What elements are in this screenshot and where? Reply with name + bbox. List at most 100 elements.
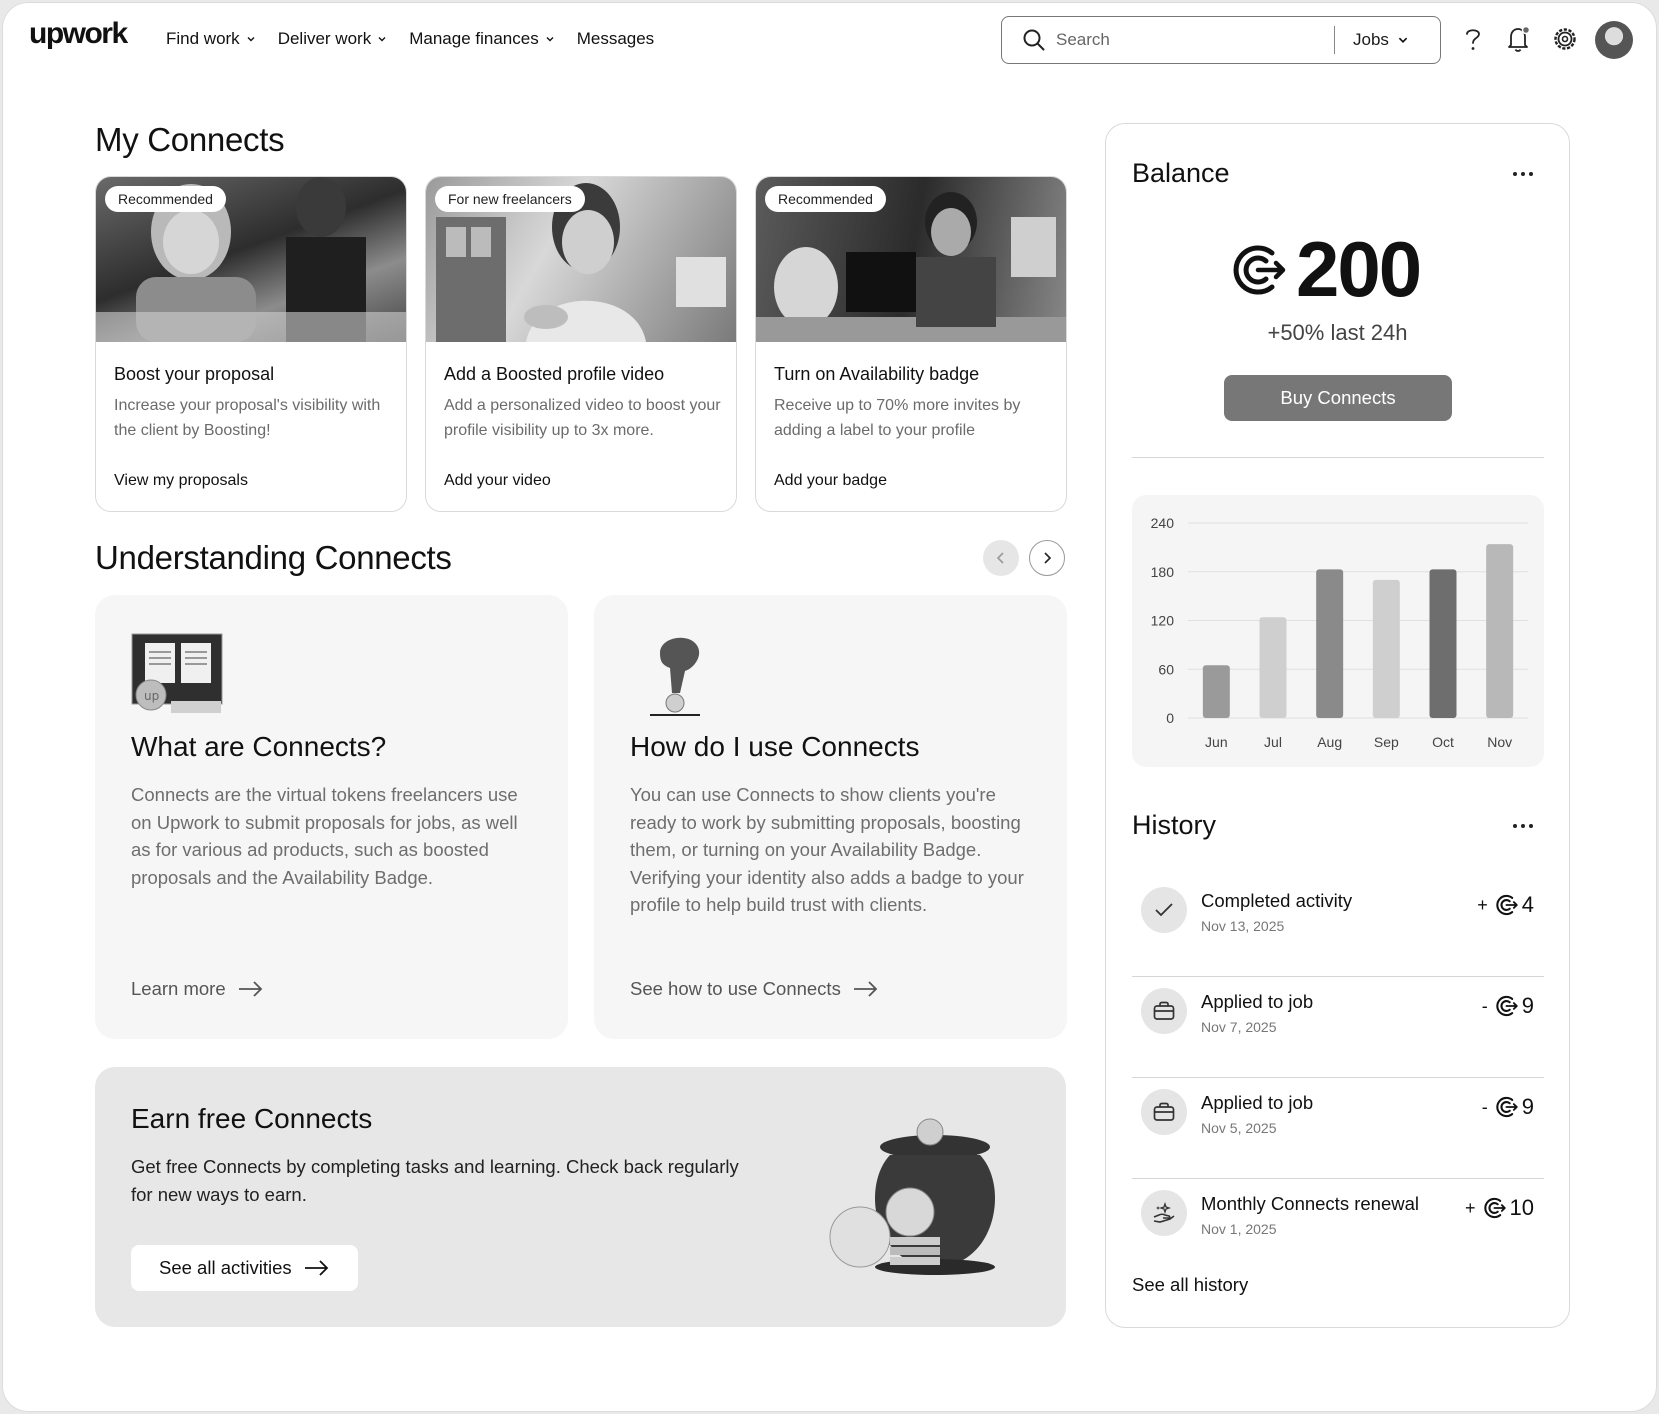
balance-title: Balance (1132, 158, 1230, 188)
search-input[interactable] (1056, 30, 1326, 50)
help-icon[interactable] (1459, 25, 1487, 53)
view-my-proposals-link[interactable]: View my proposals (114, 472, 248, 490)
nav-find-work[interactable]: Find work (166, 29, 256, 49)
history-row[interactable]: Monthly Connects renewal Nov 1, 2025 + 1… (1132, 1179, 1544, 1280)
learn-more-link[interactable]: Learn more (131, 978, 264, 1000)
hand-coin-illustration-icon (650, 637, 700, 716)
promo-badge: Recommended (105, 186, 226, 212)
y-tick-label: 120 (1151, 613, 1175, 629)
promo-description: Receive up to 70% more invites by adding… (774, 397, 1021, 439)
amount-value: 9 (1521, 1094, 1534, 1119)
history-title: Applied to job (1201, 1092, 1314, 1113)
chevron-down-icon (378, 37, 386, 42)
info-card-description: Connects are the virtual tokens freelanc… (131, 784, 518, 888)
carousel-next-button[interactable] (1029, 540, 1065, 576)
y-tick-label: 60 (1158, 661, 1174, 677)
nav-manage-finances[interactable]: Manage finances (409, 29, 554, 49)
chevron-right-icon (1044, 552, 1052, 564)
history-title: Completed activity (1201, 890, 1353, 911)
arrow-right-icon (238, 981, 262, 997)
info-card-how-to-use: How do I use Connects You can use Connec… (594, 595, 1067, 1039)
chevron-left-icon (996, 552, 1004, 564)
balance-amount: 200 (1228, 224, 1422, 315)
bar-chart-svg: 0 60 120 180 240 Jun Jul Aug Sep Oct Nov (1151, 515, 1528, 750)
history-date: Nov 1, 2025 (1201, 1221, 1277, 1237)
promo-title: Turn on Availability badge (774, 364, 980, 384)
briefcase-icon (1141, 1089, 1187, 1135)
promo-description: Increase your proposal's visibility with… (114, 397, 381, 439)
balance-number: 200 (1296, 225, 1422, 313)
history-amount: + 4 (1477, 892, 1534, 918)
promo-description: Add a personalized video to boost your p… (444, 397, 721, 439)
arrow-right-icon (304, 1260, 328, 1276)
history-date: Nov 5, 2025 (1201, 1120, 1277, 1136)
see-all-activities-button[interactable]: See all activities (131, 1245, 358, 1291)
proposals-board-illustration-icon: up (131, 633, 223, 713)
avatar[interactable] (1595, 21, 1633, 59)
nav-label: Deliver work (277, 29, 372, 48)
balance-more-options-icon[interactable] (1508, 169, 1538, 179)
upwork-logo[interactable]: upwork (29, 17, 128, 51)
y-tick-label: 0 (1166, 710, 1174, 726)
search-divider (1334, 26, 1335, 54)
promo-badge: Recommended (765, 186, 886, 212)
check-icon (1141, 887, 1187, 933)
history-title: Applied to job (1201, 991, 1314, 1012)
promo-photo: Recommended (96, 177, 406, 342)
earn-free-connects-banner: Earn free Connects Get free Connects by … (95, 1067, 1066, 1327)
x-tick-label: Aug (1317, 734, 1342, 750)
amount-value: 4 (1521, 892, 1534, 917)
connects-token-icon (1233, 245, 1286, 294)
amount-value: 10 (1509, 1195, 1534, 1220)
y-tick-label: 240 (1151, 515, 1175, 531)
history-row[interactable]: Applied to job Nov 7, 2025 - 9 (1132, 977, 1544, 1078)
promo-card-availability-badge: Recommended Turn on Availability badge R… (755, 176, 1067, 512)
x-tick-label: Nov (1487, 734, 1512, 750)
chart-bar (1486, 544, 1514, 718)
connects-chart: 0 60 120 180 240 Jun Jul Aug Sep Oct Nov (1132, 495, 1544, 767)
chart-bar (1259, 617, 1287, 718)
chart-bar (1316, 569, 1344, 718)
settings-gear-icon[interactable] (1551, 25, 1579, 53)
notification-bell-icon[interactable] (1505, 25, 1533, 53)
see-all-history-link[interactable]: See all history (1132, 1274, 1248, 1296)
promo-badge: For new freelancers (435, 186, 585, 212)
add-your-badge-link[interactable]: Add your badge (774, 472, 887, 490)
nav-messages[interactable]: Messages (577, 29, 654, 49)
connects-token-icon (1496, 995, 1518, 1017)
history-row[interactable]: Completed activity Nov 13, 2025 + 4 (1132, 876, 1544, 977)
history-amount: - 9 (1482, 993, 1534, 1019)
main-nav: Find work Deliver work Manage finances M… (166, 29, 654, 49)
earn-description: Get free Connects by completing tasks an… (131, 1156, 739, 1205)
buy-connects-button[interactable]: Buy Connects (1224, 375, 1452, 421)
history-amount: + 10 (1465, 1195, 1534, 1221)
promo-photo: Recommended (756, 177, 1066, 342)
info-card-title: What are Connects? (131, 731, 387, 762)
chart-bar (1202, 665, 1230, 718)
history-title: History (1132, 810, 1217, 840)
add-your-video-link[interactable]: Add your video (444, 472, 551, 490)
search-scope-dropdown[interactable]: Jobs (1353, 30, 1409, 50)
x-tick-label: Sep (1374, 734, 1399, 750)
history-row[interactable]: Applied to job Nov 5, 2025 - 9 (1132, 1078, 1544, 1179)
balance-change: +50% last 24h (1267, 320, 1408, 345)
promo-photo: For new freelancers (426, 177, 736, 342)
svg-text:up: up (144, 689, 159, 703)
history-more-options-icon[interactable] (1508, 821, 1538, 831)
see-how-to-use-link[interactable]: See how to use Connects (630, 978, 879, 1000)
top-header: upwork Find work Deliver work Manage fin… (3, 3, 1656, 77)
info-card-title: How do I use Connects (630, 731, 920, 762)
divider (1132, 457, 1544, 458)
search-scope-label: Jobs (1353, 30, 1389, 49)
amount-sign: + (1465, 1197, 1476, 1218)
connects-token-icon (1496, 1096, 1518, 1118)
nav-deliver-work[interactable]: Deliver work (278, 29, 388, 49)
nav-label: Find work (166, 29, 240, 48)
search-icon[interactable] (1022, 28, 1046, 52)
connects-token-icon (1496, 894, 1518, 916)
carousel-prev-button[interactable] (983, 540, 1019, 576)
promo-card-boost-proposal: Recommended Boost your proposal Increase… (95, 176, 407, 512)
promo-title: Add a Boosted profile video (444, 364, 665, 384)
link-label: See how to use Connects (630, 978, 841, 999)
amount-sign: + (1477, 894, 1488, 915)
